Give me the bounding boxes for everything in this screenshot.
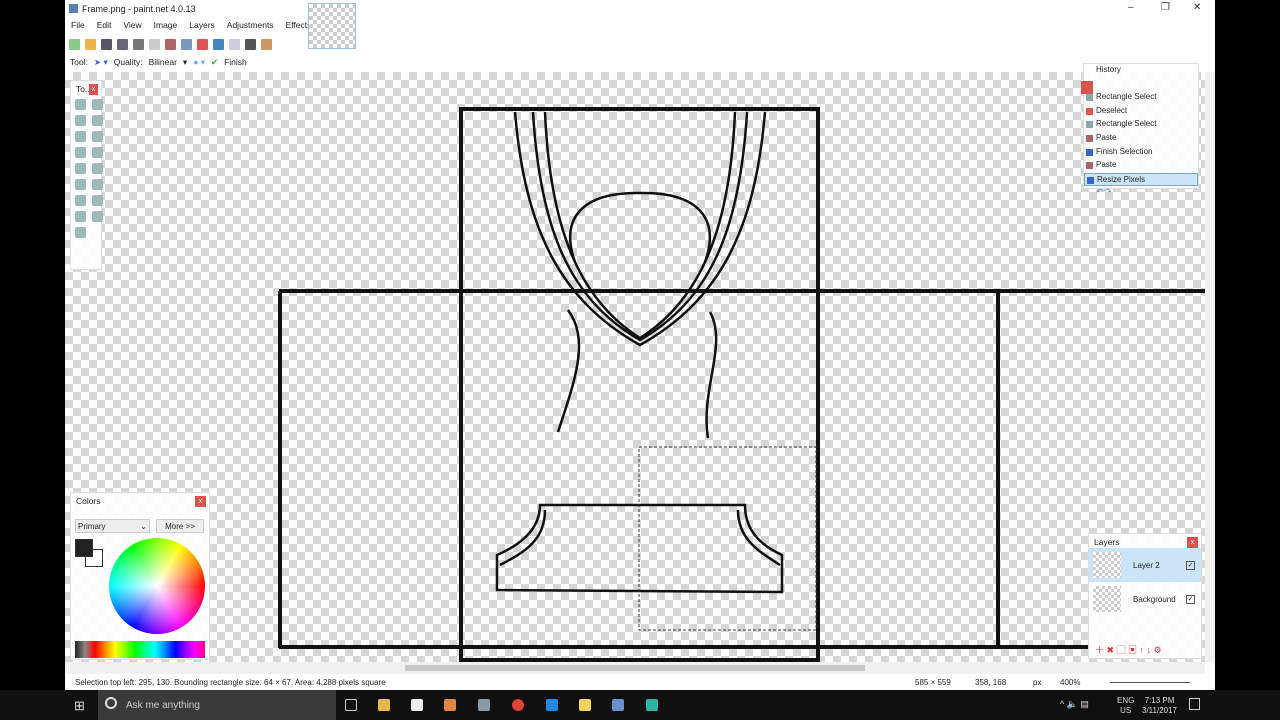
task-view-icon[interactable] <box>345 699 357 711</box>
history-item-selected[interactable]: Resize Pixels <box>1084 172 1198 187</box>
notifications-icon[interactable] <box>1189 698 1200 710</box>
history-title: History <box>1096 65 1121 74</box>
text-tool-icon[interactable] <box>75 211 86 222</box>
move-selected-tool-icon[interactable] <box>92 99 103 110</box>
undo-redo-icons[interactable]: ↶ ↷ <box>1084 186 1198 200</box>
layers-title: Layers <box>1094 537 1120 547</box>
history-item[interactable]: Rectangle Select <box>1084 91 1198 105</box>
layer-name: Background <box>1133 594 1176 604</box>
pencil-tool-icon[interactable] <box>75 179 86 190</box>
store-icon[interactable] <box>411 699 423 711</box>
edge-icon[interactable] <box>546 699 558 711</box>
primary-color-swatch[interactable] <box>75 539 93 557</box>
color-wheel[interactable] <box>109 538 205 634</box>
layers-panel: Layers x Layer 2 ✓ Background ✓ ＋ ✖ ▢ ▣ … <box>1088 533 1202 659</box>
app-icon[interactable] <box>478 699 490 711</box>
selection-rectangle <box>638 446 817 631</box>
cortana-search[interactable]: Ask me anything <box>98 690 336 720</box>
color-mode-dropdown[interactable]: Primary ⌄ <box>75 519 150 533</box>
frame-lines <box>278 107 1205 662</box>
layer-item-layer-2[interactable]: Layer 2 ✓ <box>1089 548 1201 582</box>
tools-panel: To... x <box>70 80 103 270</box>
media-icon[interactable] <box>444 699 456 711</box>
rectangle-select-tool-icon[interactable] <box>75 99 86 110</box>
history-item[interactable]: Deselect <box>1084 105 1198 119</box>
history-item[interactable]: Paste <box>1084 132 1198 146</box>
lasso-tool-icon[interactable] <box>75 115 86 126</box>
color-picker-tool-icon[interactable] <box>92 179 103 190</box>
clock[interactable]: 7:13 PM 3/11/2017 <box>1142 696 1177 716</box>
layer-thumbnail <box>1093 586 1121 612</box>
history-item[interactable]: Paste <box>1084 159 1198 173</box>
close-icon[interactable]: x <box>1187 537 1198 548</box>
gradient-tool-icon[interactable] <box>92 147 103 158</box>
layer-name: Layer 2 <box>1133 560 1160 570</box>
history-panel: History x Rectangle Select Deselect Rect… <box>1081 63 1199 196</box>
layer-actions[interactable]: ＋ ✖ ▢ ▣ ↑ ↓ ⚙ <box>1095 643 1162 656</box>
history-item[interactable]: Finish Selection <box>1084 146 1198 160</box>
eraser-tool-icon[interactable] <box>92 163 103 174</box>
visibility-checkbox[interactable]: ✓ <box>1186 560 1195 570</box>
magic-wand-tool-icon[interactable] <box>92 131 103 142</box>
chrome-icon[interactable] <box>512 699 524 711</box>
visibility-checkbox[interactable]: ✓ <box>1186 594 1195 604</box>
file-explorer-icon[interactable] <box>378 699 390 711</box>
zoom-tool-icon[interactable] <box>75 131 86 142</box>
taskbar: ⊞ Ask me anything ^ 🔈 ▤ ENG US 7:13 PM 3/1… <box>0 690 1280 720</box>
paintbrush-tool-icon[interactable] <box>75 163 86 174</box>
tray-icons[interactable]: ^ 🔈 ▤ <box>1060 699 1089 710</box>
palette[interactable] <box>75 641 205 658</box>
more-button[interactable]: More >> <box>156 519 204 533</box>
colors-title: Colors <box>76 496 101 506</box>
close-icon[interactable]: x <box>195 496 206 507</box>
search-placeholder: Ask me anything <box>126 699 200 711</box>
paintnet-taskbar-icon[interactable] <box>612 699 624 711</box>
recolor-tool-icon[interactable] <box>92 195 103 206</box>
layer-item-background[interactable]: Background ✓ <box>1089 582 1201 616</box>
move-selection-tool-icon[interactable] <box>92 115 103 126</box>
cortana-icon <box>105 697 117 709</box>
close-icon[interactable]: x <box>89 84 98 95</box>
colors-panel: Colors x Primary ⌄ More >> <box>70 492 210 660</box>
history-item[interactable]: Rectangle Select <box>1084 118 1198 132</box>
clone-stamp-tool-icon[interactable] <box>75 195 86 206</box>
app-f-icon[interactable] <box>646 699 658 711</box>
shapes-tool-icon[interactable] <box>75 227 86 238</box>
language-indicator[interactable]: ENG US <box>1117 696 1134 716</box>
layer-thumbnail <box>1093 552 1121 578</box>
line-tool-icon[interactable] <box>92 211 103 222</box>
paint-bucket-tool-icon[interactable] <box>75 147 86 158</box>
start-button[interactable]: ⊞ <box>74 698 85 714</box>
sticky-notes-icon[interactable] <box>579 699 591 711</box>
